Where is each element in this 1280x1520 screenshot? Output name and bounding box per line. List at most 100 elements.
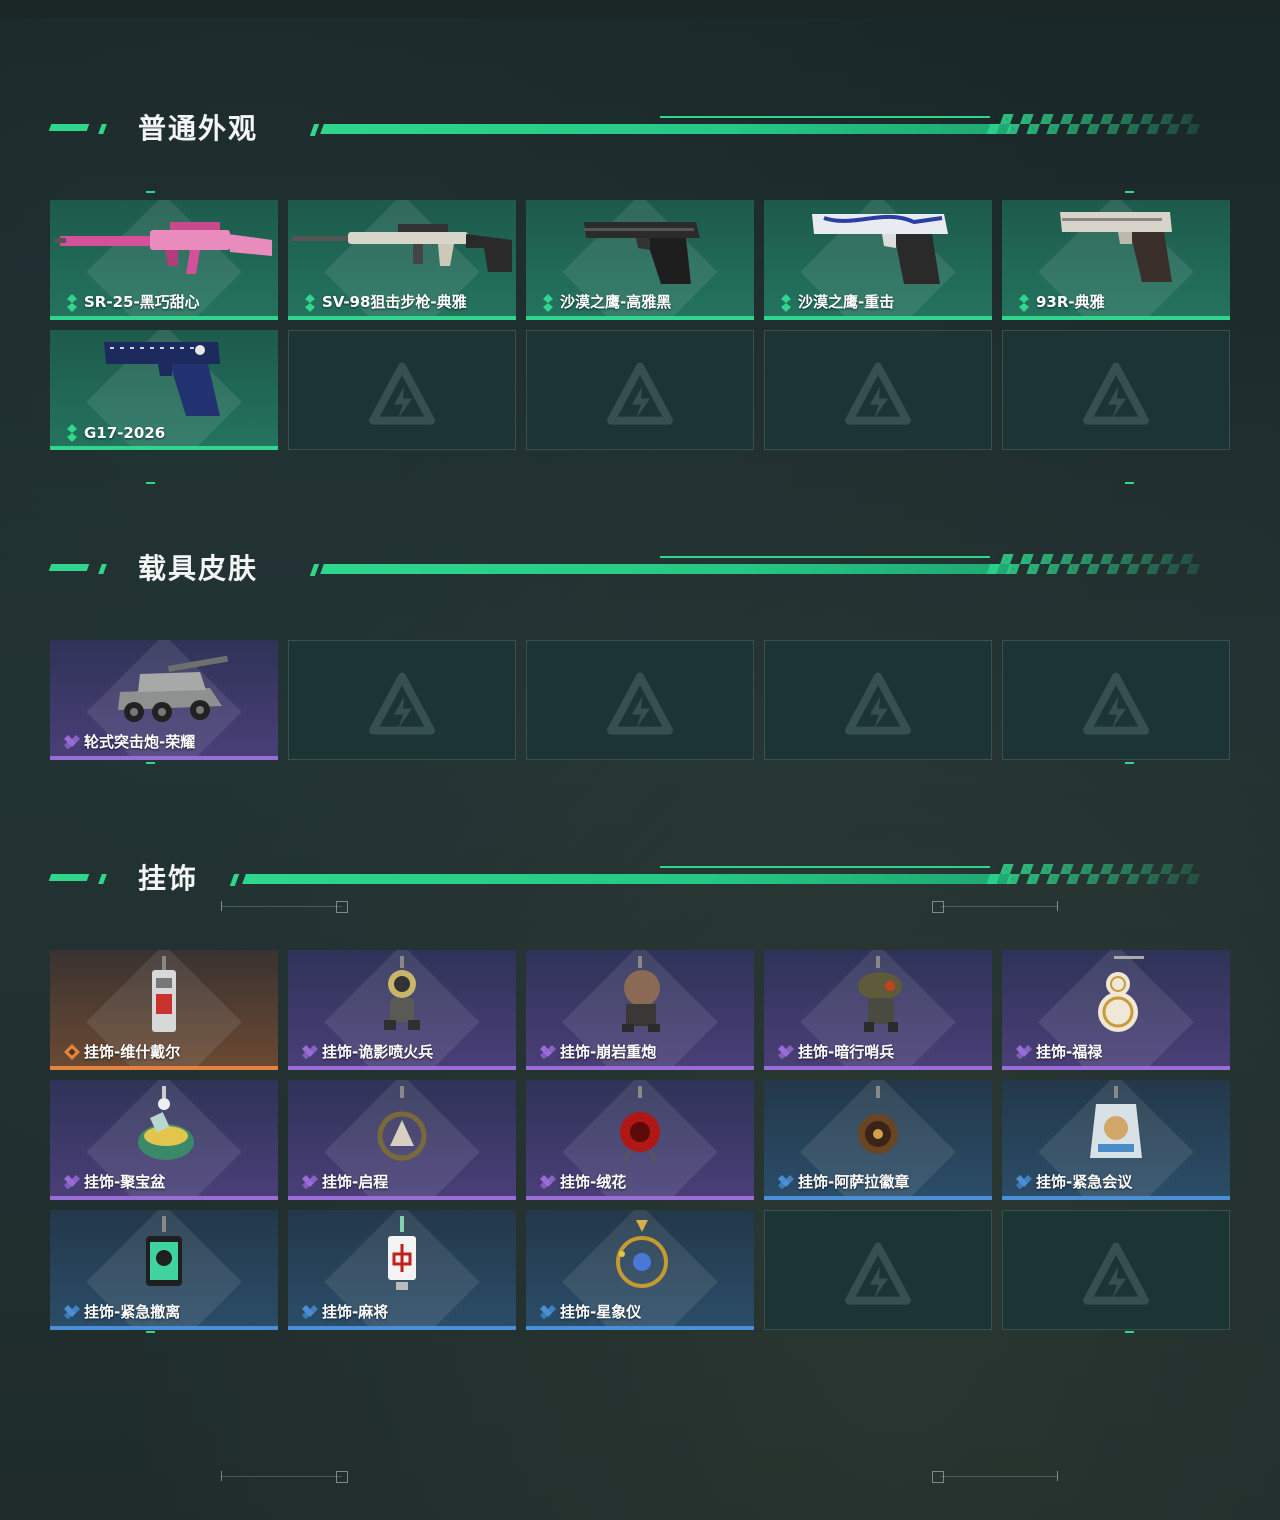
item-card[interactable]: 挂饰-聚宝盆 bbox=[50, 1080, 278, 1200]
item-label: 挂饰-维什戴尔 bbox=[84, 1043, 181, 1061]
rarity-bar bbox=[288, 1066, 516, 1070]
decor-tick bbox=[221, 1471, 222, 1481]
header-accent bbox=[309, 564, 320, 576]
item-label: 挂饰-暗行哨兵 bbox=[798, 1043, 895, 1061]
item-label: G17-2026 bbox=[84, 424, 166, 442]
rarity-icon bbox=[64, 294, 80, 312]
rarity-bar bbox=[50, 756, 278, 760]
header-thin-line bbox=[660, 556, 990, 558]
rarity-icon bbox=[64, 734, 80, 752]
item-label: 挂饰-星象仪 bbox=[560, 1303, 642, 1321]
corner-tick bbox=[146, 762, 155, 764]
rarity-bar bbox=[1002, 1196, 1230, 1200]
empty-slot bbox=[288, 640, 516, 760]
section-title: 载具皮肤 bbox=[138, 552, 259, 585]
rifle-pink-icon bbox=[50, 204, 278, 290]
delta-logo-icon bbox=[605, 361, 675, 431]
header-accent bbox=[48, 564, 90, 571]
empty-slot bbox=[1002, 330, 1230, 450]
item-label: 挂饰-福禄 bbox=[1036, 1043, 1103, 1061]
pistol-blue-icon bbox=[50, 334, 278, 420]
corner-tick bbox=[1125, 762, 1134, 764]
item-card[interactable]: 挂饰-星象仪 bbox=[526, 1210, 754, 1330]
charm-sentry-icon bbox=[764, 954, 992, 1040]
empty-slot bbox=[1002, 640, 1230, 760]
item-label: 沙漠之鹰-高雅黑 bbox=[560, 293, 672, 311]
item-card[interactable]: 挂饰-崩岩重炮 bbox=[526, 950, 754, 1070]
decor-line bbox=[222, 1476, 342, 1477]
item-card[interactable]: 挂饰-阿萨拉徽章 bbox=[764, 1080, 992, 1200]
item-card[interactable]: G17-2026 bbox=[50, 330, 278, 450]
section-header-charms: 挂饰 bbox=[48, 862, 1210, 896]
rarity-icon bbox=[302, 1304, 318, 1322]
item-card[interactable]: 挂饰-暗行哨兵 bbox=[764, 950, 992, 1070]
charm-exit-icon bbox=[50, 1214, 278, 1300]
item-card[interactable]: 轮式突击炮-荣耀 bbox=[50, 640, 278, 760]
pistol-silver-icon bbox=[1002, 204, 1230, 290]
decor-line bbox=[940, 1476, 1058, 1477]
delta-logo-icon bbox=[605, 671, 675, 741]
charm-gunner-icon bbox=[526, 954, 754, 1040]
item-label: 挂饰-聚宝盆 bbox=[84, 1173, 166, 1191]
empty-slot bbox=[1002, 1210, 1230, 1330]
rarity-icon bbox=[540, 1044, 556, 1062]
rarity-bar bbox=[526, 1066, 754, 1070]
rarity-bar bbox=[288, 1196, 516, 1200]
rarity-bar bbox=[526, 1196, 754, 1200]
rarity-icon bbox=[64, 1304, 80, 1322]
rarity-icon bbox=[778, 1174, 794, 1192]
empty-slot bbox=[764, 1210, 992, 1330]
item-card[interactable]: 挂饰-紧急撤离 bbox=[50, 1210, 278, 1330]
section-header-skins: 普通外观 bbox=[48, 112, 1210, 146]
item-label: 挂饰-绒花 bbox=[560, 1173, 627, 1191]
pistol-white-icon bbox=[764, 204, 992, 290]
pistol-black-icon bbox=[526, 204, 754, 290]
decor-box bbox=[932, 901, 944, 913]
rarity-icon bbox=[64, 1044, 80, 1062]
delta-logo-icon bbox=[367, 361, 437, 431]
section-header-vehicles: 载具皮肤 bbox=[48, 552, 1210, 586]
rarity-bar bbox=[526, 316, 754, 320]
item-card[interactable]: SR-25-黑巧甜心 bbox=[50, 200, 278, 320]
delta-logo-icon bbox=[1081, 361, 1151, 431]
empty-slot bbox=[526, 330, 754, 450]
item-card[interactable]: 挂饰-麻将 bbox=[288, 1210, 516, 1330]
item-card[interactable]: 挂饰-紧急会议 bbox=[1002, 1080, 1230, 1200]
top-bar bbox=[0, 0, 1280, 18]
item-label: 挂饰-紧急会议 bbox=[1036, 1173, 1133, 1191]
item-label: 挂饰-诡影喷火兵 bbox=[322, 1043, 434, 1061]
charm-tag-icon bbox=[50, 954, 278, 1040]
header-accent bbox=[229, 874, 240, 886]
decor-tick bbox=[1057, 901, 1058, 911]
rarity-icon bbox=[64, 424, 80, 442]
rarity-icon bbox=[778, 1044, 794, 1062]
rarity-bar bbox=[288, 1326, 516, 1330]
item-card[interactable]: 93R-典雅 bbox=[1002, 200, 1230, 320]
header-checker bbox=[986, 554, 1204, 574]
item-card[interactable]: 挂饰-维什戴尔 bbox=[50, 950, 278, 1070]
item-card[interactable]: 沙漠之鹰-高雅黑 bbox=[526, 200, 754, 320]
item-card[interactable]: 沙漠之鹰-重击 bbox=[764, 200, 992, 320]
corner-tick bbox=[146, 191, 155, 193]
section-title: 挂饰 bbox=[138, 862, 199, 895]
item-card[interactable]: SV-98狙击步枪-典雅 bbox=[288, 200, 516, 320]
item-label: 挂饰-紧急撤离 bbox=[84, 1303, 181, 1321]
item-label: 沙漠之鹰-重击 bbox=[798, 293, 895, 311]
delta-logo-icon bbox=[843, 1241, 913, 1311]
header-thin-line bbox=[660, 116, 990, 118]
rarity-bar bbox=[764, 1066, 992, 1070]
delta-logo-icon bbox=[367, 671, 437, 741]
item-card[interactable]: 挂饰-诡影喷火兵 bbox=[288, 950, 516, 1070]
item-card[interactable]: 挂饰-绒花 bbox=[526, 1080, 754, 1200]
decor-box bbox=[336, 901, 348, 913]
item-label: 轮式突击炮-荣耀 bbox=[84, 733, 196, 751]
header-accent bbox=[309, 124, 320, 136]
rarity-bar bbox=[288, 316, 516, 320]
header-accent bbox=[48, 874, 90, 881]
charm-badge-icon bbox=[764, 1084, 992, 1170]
decor-tick bbox=[1057, 1471, 1058, 1481]
item-card[interactable]: 挂饰-福禄 bbox=[1002, 950, 1230, 1070]
item-card[interactable]: 挂饰-启程 bbox=[288, 1080, 516, 1200]
rarity-bar bbox=[1002, 1066, 1230, 1070]
item-label: 93R-典雅 bbox=[1036, 293, 1105, 311]
